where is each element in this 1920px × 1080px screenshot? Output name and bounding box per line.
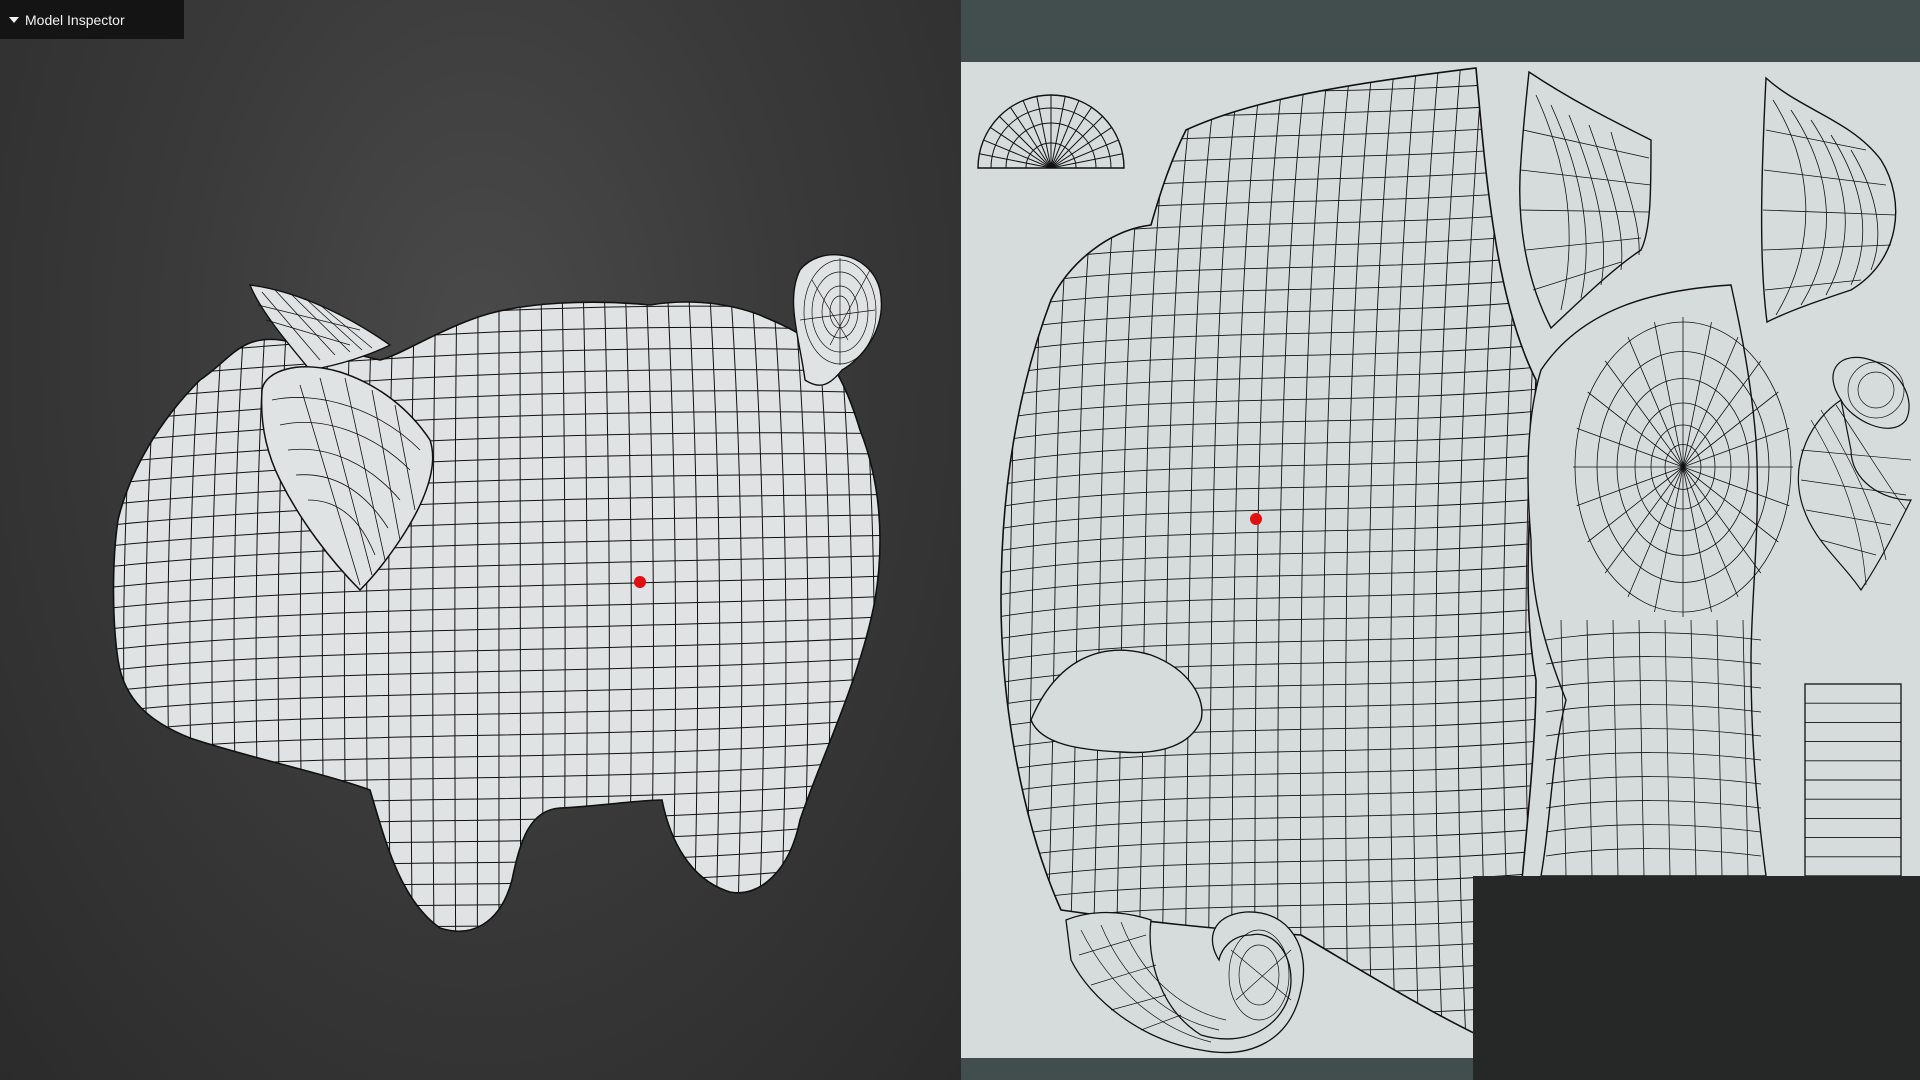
3d-viewport[interactable]: Model Inspector	[0, 0, 961, 1080]
caret-down-icon[interactable]	[9, 16, 19, 23]
pig-grid-vertical	[876, 302, 880, 932]
pig-grid-vertical	[79, 280, 100, 950]
uv-island-ear-left	[1519, 70, 1652, 330]
pig-wireframe-model[interactable]	[0, 0, 961, 1080]
uv-island-half-disc	[977, 94, 1125, 169]
uv-editor[interactable]	[961, 0, 1920, 1080]
uv-island-tail-bottom	[1065, 911, 1305, 1054]
selection-marker-uv	[1250, 513, 1262, 525]
selection-marker-3d	[634, 576, 646, 588]
pig-body	[112, 301, 881, 932]
uv-island-leg-strip	[1804, 683, 1902, 877]
model-inspector-title: Model Inspector	[25, 11, 125, 28]
uv-bottom-strip	[961, 1058, 1473, 1080]
uv-empty-corner	[1473, 876, 1920, 1080]
pig-tail	[792, 254, 883, 386]
model-inspector-header[interactable]: Model Inspector	[0, 0, 184, 39]
uv-island-snout	[1527, 284, 1767, 877]
